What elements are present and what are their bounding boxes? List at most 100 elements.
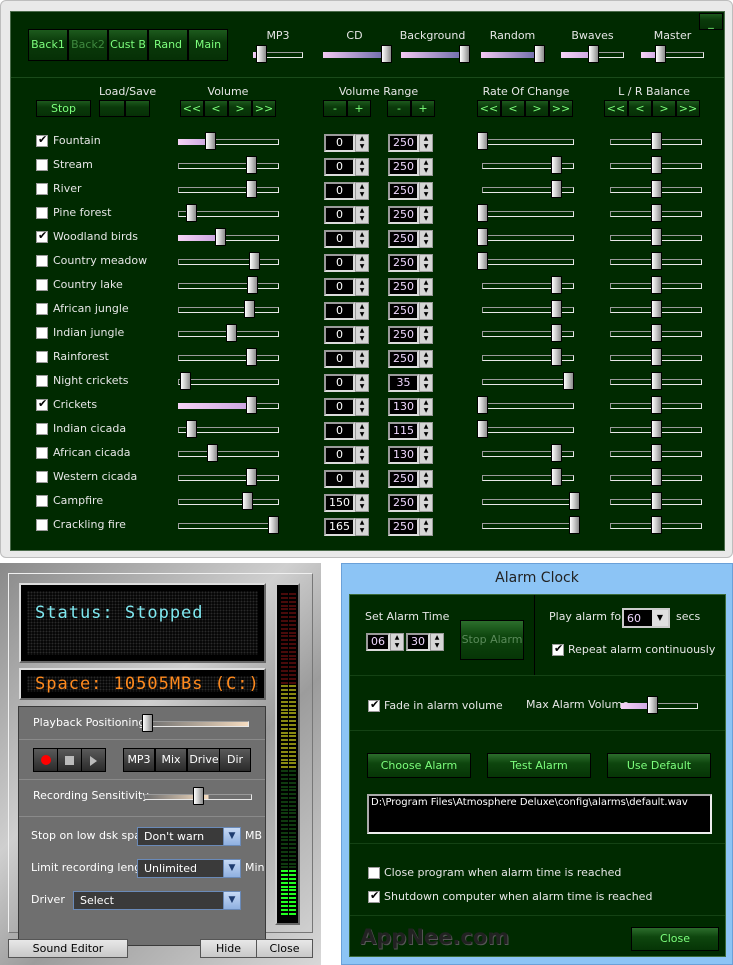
rate-slider[interactable] bbox=[482, 516, 580, 536]
minute-value[interactable]: 30 bbox=[406, 633, 430, 651]
balance-slider[interactable] bbox=[610, 420, 702, 440]
volume-min-spinner[interactable]: 0 ▲ ▼ bbox=[324, 422, 369, 440]
down-arrow-icon[interactable]: ▼ bbox=[420, 503, 432, 511]
volume-min-spinner[interactable]: 0 ▲ ▼ bbox=[324, 326, 369, 344]
slider-track[interactable] bbox=[178, 451, 279, 457]
rate-slider[interactable] bbox=[477, 204, 574, 224]
up-arrow-icon[interactable]: ▲ bbox=[356, 255, 368, 263]
mode-button-mp3[interactable]: MP3 bbox=[123, 748, 155, 772]
rate-slider[interactable] bbox=[482, 156, 574, 176]
close-alarm-button[interactable]: Close bbox=[631, 927, 719, 951]
sound-checkbox[interactable] bbox=[36, 447, 48, 459]
down-arrow-icon[interactable]: ▼ bbox=[356, 191, 368, 199]
volume-slider[interactable] bbox=[178, 348, 279, 368]
slider-thumb[interactable] bbox=[550, 324, 562, 342]
volume-max-spinner[interactable]: 250 ▲ ▼ bbox=[388, 158, 433, 176]
balance-nav-button-3[interactable]: >> bbox=[676, 100, 700, 117]
slider-thumb[interactable] bbox=[245, 180, 257, 198]
volume-min-spinner[interactable]: 0 ▲ ▼ bbox=[324, 350, 369, 368]
slider-thumb[interactable] bbox=[180, 372, 192, 390]
up-arrow-icon[interactable]: ▲ bbox=[356, 159, 368, 167]
up-arrow-icon[interactable]: ▲ bbox=[420, 183, 432, 191]
volume-slider[interactable] bbox=[178, 492, 279, 512]
up-arrow-icon[interactable]: ▲ bbox=[356, 183, 368, 191]
up-arrow-icon[interactable]: ▲ bbox=[391, 634, 403, 642]
up-arrow-icon[interactable]: ▲ bbox=[420, 231, 432, 239]
up-arrow-icon[interactable]: ▲ bbox=[420, 375, 432, 383]
down-arrow-icon[interactable]: ▼ bbox=[356, 527, 368, 535]
down-arrow-icon[interactable]: ▼ bbox=[356, 455, 368, 463]
volume-slider[interactable] bbox=[178, 132, 279, 152]
volume-max-value[interactable]: 250 bbox=[388, 470, 419, 488]
sound-editor-button[interactable]: Sound Editor bbox=[8, 939, 128, 958]
volume-min-value[interactable]: 0 bbox=[324, 134, 355, 152]
sound-checkbox[interactable] bbox=[36, 519, 48, 531]
rate-slider[interactable] bbox=[482, 372, 574, 392]
volume-max-value[interactable]: 130 bbox=[388, 398, 419, 416]
volume-max-value[interactable]: 250 bbox=[388, 134, 419, 152]
up-arrow-icon[interactable]: ▲ bbox=[356, 399, 368, 407]
slider-thumb[interactable] bbox=[215, 228, 227, 246]
up-arrow-icon[interactable]: ▲ bbox=[420, 351, 432, 359]
slider-thumb[interactable] bbox=[245, 468, 257, 486]
volume-slider[interactable] bbox=[178, 252, 279, 272]
rate-slider[interactable] bbox=[477, 420, 574, 440]
slider-thumb[interactable] bbox=[651, 516, 662, 534]
slider-track[interactable] bbox=[482, 139, 574, 145]
sound-checkbox[interactable] bbox=[36, 183, 48, 195]
volume-slider[interactable] bbox=[178, 228, 279, 248]
volume-max-spinner[interactable]: 115 ▲ ▼ bbox=[388, 422, 433, 440]
rate-slider[interactable] bbox=[482, 468, 574, 488]
slider-thumb[interactable] bbox=[186, 420, 198, 438]
rate-slider[interactable] bbox=[477, 396, 574, 416]
up-arrow-icon[interactable]: ▲ bbox=[356, 231, 368, 239]
slider-thumb[interactable] bbox=[651, 180, 662, 198]
balance-slider[interactable] bbox=[610, 492, 702, 512]
close-program-checkbox[interactable] bbox=[368, 867, 380, 879]
rate-slider[interactable] bbox=[482, 492, 580, 512]
sound-checkbox[interactable] bbox=[36, 255, 48, 267]
up-arrow-icon[interactable]: ▲ bbox=[420, 399, 432, 407]
volume-min-value[interactable]: 0 bbox=[324, 398, 355, 416]
range-max-button-1[interactable]: + bbox=[411, 100, 435, 117]
rate-slider[interactable] bbox=[482, 180, 574, 200]
minimize-button[interactable]: _ bbox=[699, 13, 723, 30]
up-arrow-icon[interactable]: ▲ bbox=[356, 423, 368, 431]
volume-nav-button-0[interactable]: << bbox=[180, 100, 204, 117]
balance-slider[interactable] bbox=[610, 516, 702, 536]
volume-min-value[interactable]: 0 bbox=[324, 158, 355, 176]
slider-thumb[interactable] bbox=[205, 132, 217, 150]
low-disk-select[interactable]: Don't warn ▼ bbox=[137, 827, 241, 846]
slider-thumb[interactable] bbox=[651, 420, 662, 438]
preset-button-back1[interactable]: Back1 bbox=[28, 29, 68, 61]
balance-nav-button-0[interactable]: << bbox=[604, 100, 628, 117]
down-arrow-icon[interactable]: ▼ bbox=[420, 455, 432, 463]
up-arrow-icon[interactable]: ▲ bbox=[431, 634, 443, 642]
volume-max-value[interactable]: 250 bbox=[388, 326, 419, 344]
down-arrow-icon[interactable]: ▼ bbox=[356, 503, 368, 511]
sound-checkbox[interactable] bbox=[36, 327, 48, 339]
slider-track[interactable] bbox=[482, 499, 574, 505]
up-arrow-icon[interactable]: ▲ bbox=[356, 207, 368, 215]
slider-thumb[interactable] bbox=[651, 324, 662, 342]
volume-min-value[interactable]: 165 bbox=[324, 518, 355, 536]
slider-thumb[interactable] bbox=[477, 252, 488, 270]
slider-thumb[interactable] bbox=[248, 252, 260, 270]
volume-min-spinner[interactable]: 0 ▲ ▼ bbox=[324, 254, 369, 272]
volume-nav-button-2[interactable]: > bbox=[228, 100, 252, 117]
volume-min-spinner[interactable]: 165 ▲ ▼ bbox=[324, 518, 369, 536]
up-arrow-icon[interactable]: ▲ bbox=[420, 495, 432, 503]
up-arrow-icon[interactable]: ▲ bbox=[420, 327, 432, 335]
slider-thumb[interactable] bbox=[651, 396, 662, 414]
slider-thumb[interactable] bbox=[569, 492, 580, 510]
volume-max-value[interactable]: 250 bbox=[388, 182, 419, 200]
slider-thumb[interactable] bbox=[646, 696, 658, 714]
volume-slider[interactable] bbox=[178, 324, 279, 344]
slider-track[interactable] bbox=[178, 499, 279, 505]
volume-max-value[interactable]: 250 bbox=[388, 158, 419, 176]
master-slider-random[interactable] bbox=[481, 45, 545, 65]
rate-slider[interactable] bbox=[482, 348, 574, 368]
chevron-down-icon[interactable]: ▼ bbox=[652, 610, 668, 626]
up-arrow-icon[interactable]: ▲ bbox=[420, 135, 432, 143]
volume-min-value[interactable]: 0 bbox=[324, 230, 355, 248]
